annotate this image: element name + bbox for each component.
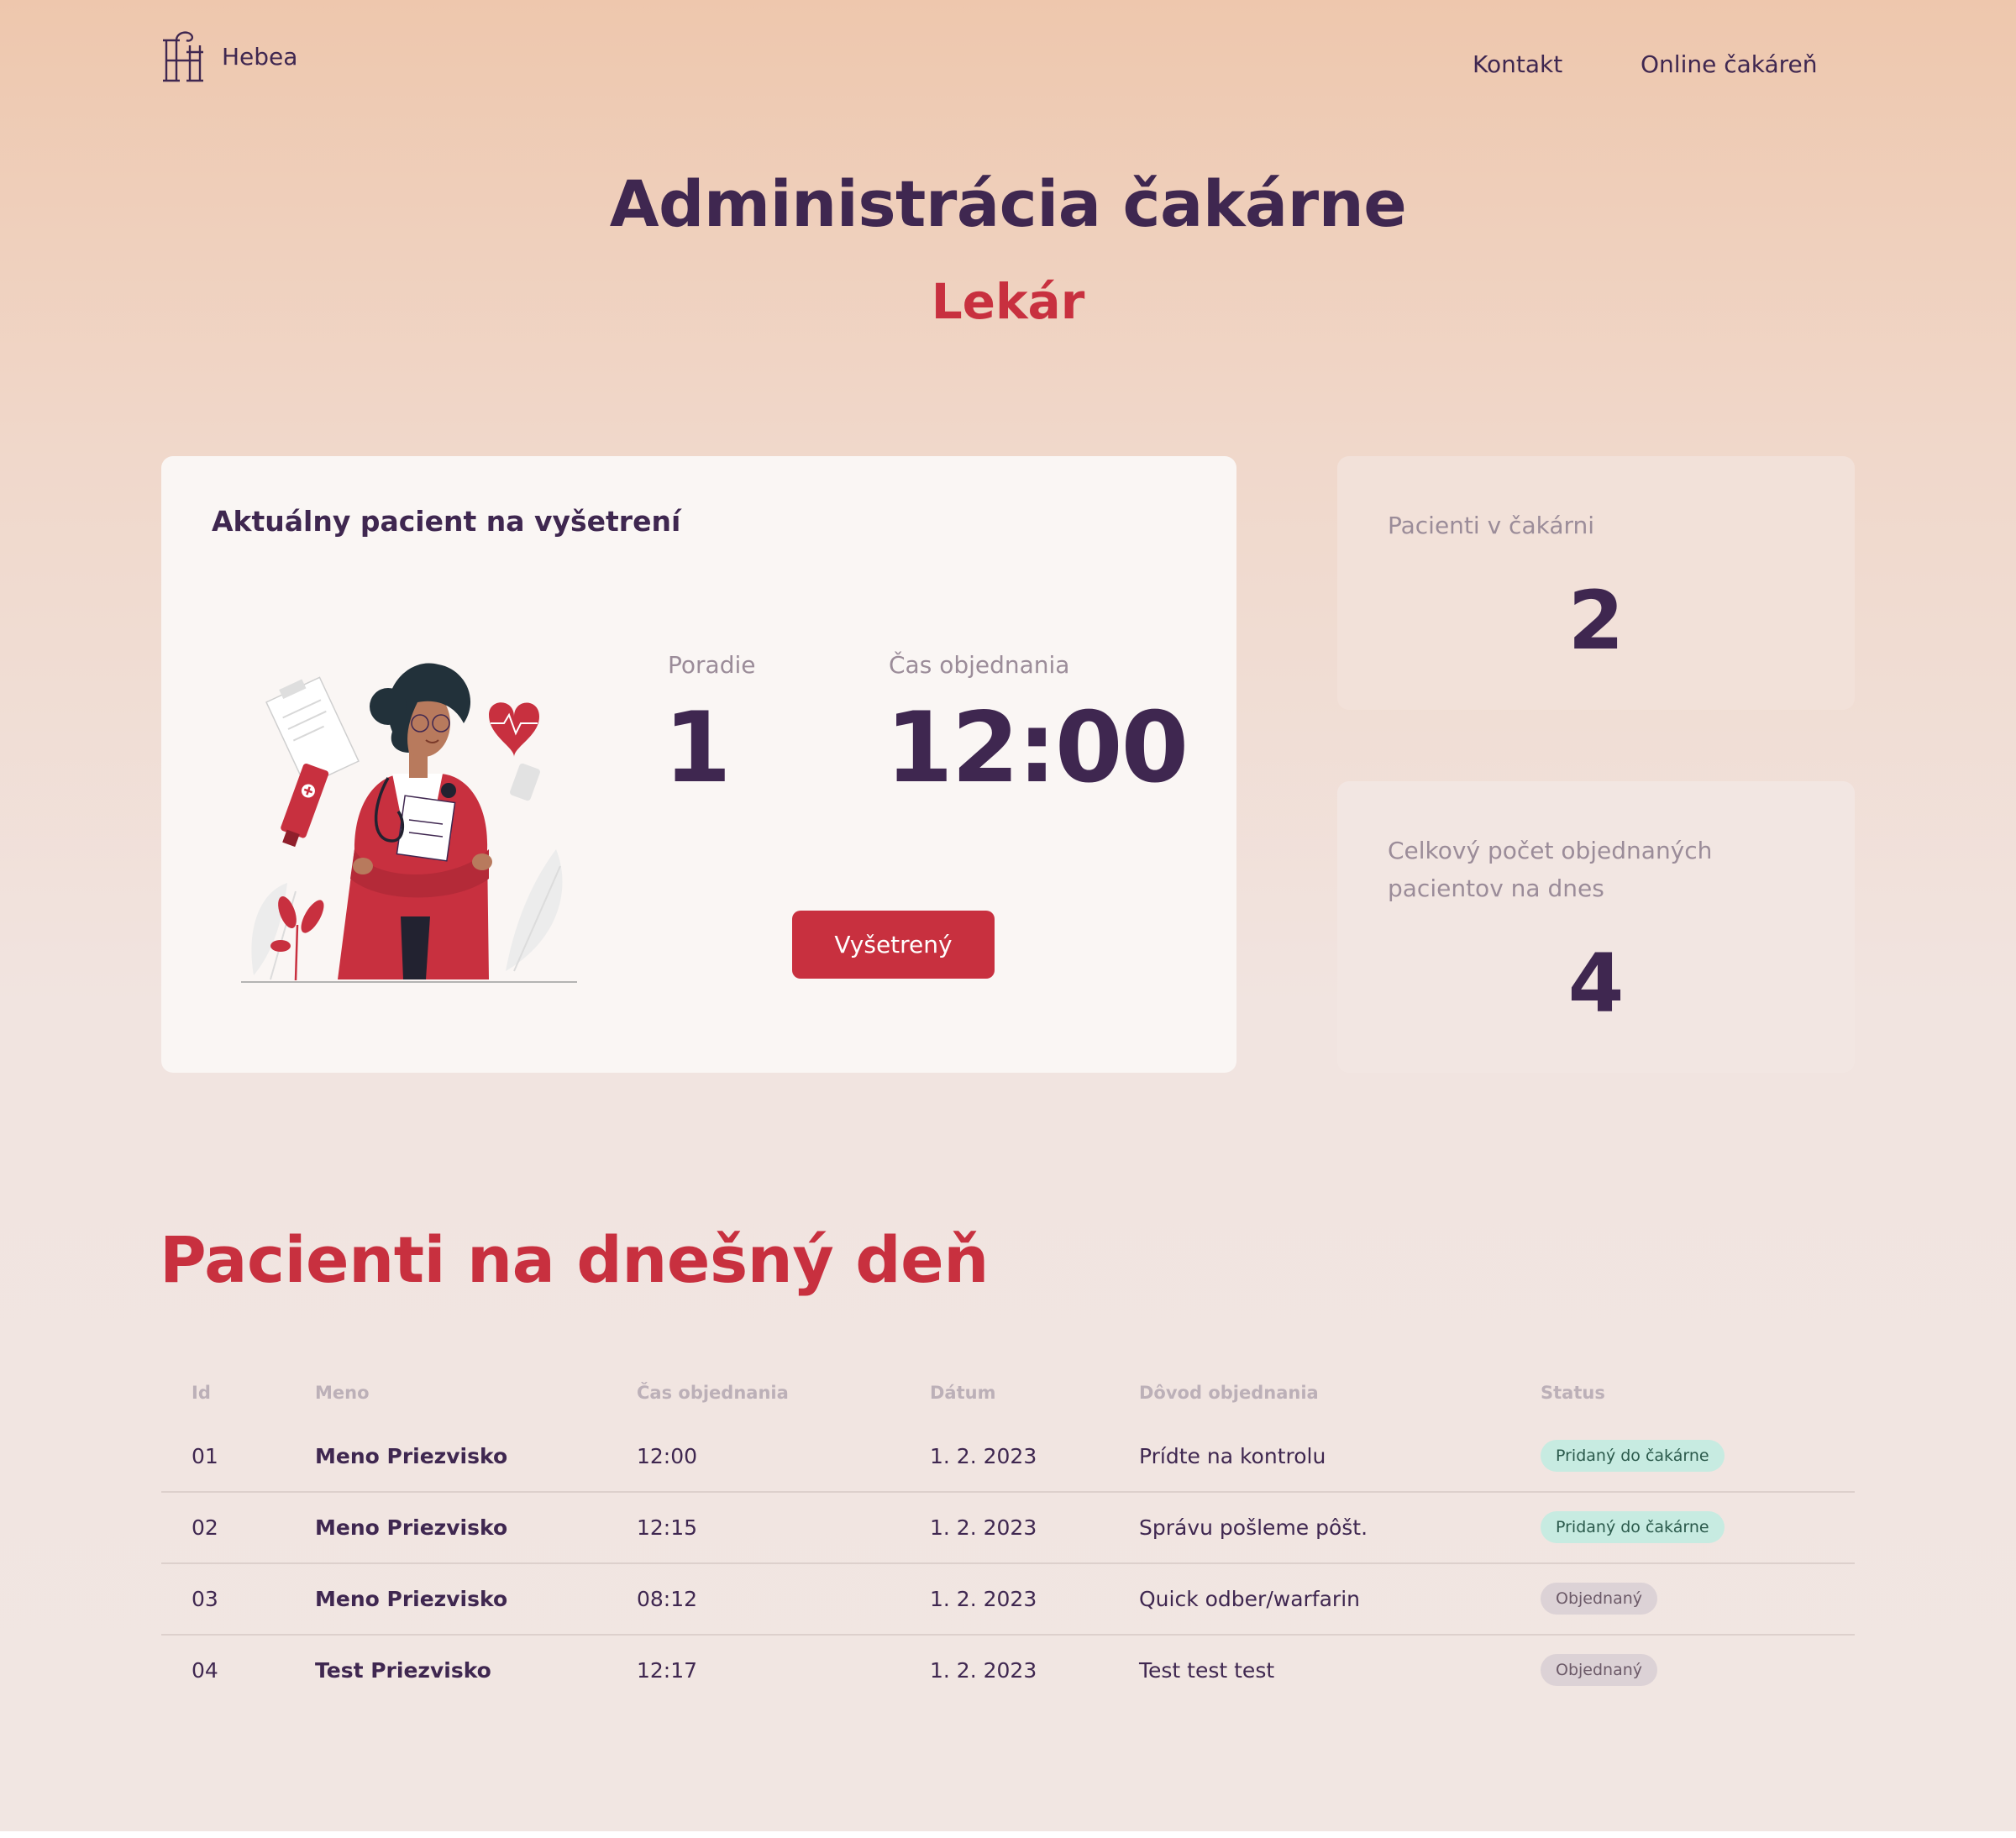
cell-date: 1. 2. 2023: [930, 1515, 1037, 1540]
waiting-patients-card: Pacienti v čakárni 2: [1337, 456, 1855, 710]
table-header: Id Meno Čas objednania Dátum Dôvod objed…: [161, 1371, 1855, 1421]
cell-date: 1. 2. 2023: [930, 1444, 1037, 1468]
table-row[interactable]: 02 Meno Priezvisko 12:15 1. 2. 2023 Sprá…: [161, 1493, 1855, 1564]
doctor-illustration: [241, 663, 577, 983]
cell-time: 12:17: [637, 1658, 698, 1683]
column-header-date: Dátum: [930, 1383, 996, 1403]
status-badge: Pridaný do čakárne: [1541, 1511, 1725, 1543]
nav-link-online-cakaren[interactable]: Online čakáreň: [1641, 50, 1818, 78]
order-time-label: Čas objednania: [889, 651, 1070, 679]
column-header-name: Meno: [315, 1383, 370, 1403]
total-patients-label: Celkový počet objednaných pacientov na d…: [1388, 837, 1713, 902]
cell-name: Test Priezvisko: [315, 1658, 491, 1683]
waiting-patients-label: Pacienti v čakárni: [1388, 512, 1595, 539]
patients-section-title: Pacienti na dnešný deň: [160, 1222, 989, 1297]
order-time-value: 12:00: [885, 691, 1189, 805]
main-nav: Kontakt Online čakáreň: [0, 50, 2016, 84]
column-header-id: Id: [192, 1383, 211, 1403]
order-value: 1: [664, 691, 732, 805]
cell-time: 12:00: [637, 1444, 698, 1468]
column-header-reason: Dôvod objednania: [1139, 1383, 1319, 1403]
cell-name: Meno Priezvisko: [315, 1587, 508, 1611]
total-patients-value: 4: [1567, 937, 1625, 1031]
cell-date: 1. 2. 2023: [930, 1587, 1037, 1611]
status-badge: Pridaný do čakárne: [1541, 1440, 1725, 1472]
total-patients-card: Celkový počet objednaných pacientov na d…: [1337, 781, 1855, 1073]
table-row[interactable]: 04 Test Priezvisko 12:17 1. 2. 2023 Test…: [161, 1636, 1855, 1707]
patients-table: Id Meno Čas objednania Dátum Dôvod objed…: [161, 1371, 1855, 1707]
examined-button[interactable]: Vyšetrený: [792, 911, 995, 979]
page-subtitle: Lekár: [931, 273, 1085, 330]
cell-reason: Test test test: [1139, 1658, 1275, 1683]
current-patient-card: Aktuálny pacient na vyšetrení Poradie 1 …: [161, 456, 1236, 1073]
cell-name: Meno Priezvisko: [315, 1444, 508, 1468]
page-title: Administrácia čakárne: [609, 166, 1407, 241]
cell-id: 04: [192, 1658, 218, 1683]
cell-id: 02: [192, 1515, 218, 1540]
column-header-status: Status: [1541, 1383, 1605, 1403]
status-badge: Objednaný: [1541, 1654, 1658, 1686]
table-row[interactable]: 03 Meno Priezvisko 08:12 1. 2. 2023 Quic…: [161, 1564, 1855, 1636]
cell-id: 03: [192, 1587, 218, 1611]
cell-reason: Prídte na kontrolu: [1139, 1444, 1326, 1468]
cell-id: 01: [192, 1444, 218, 1468]
status-badge: Objednaný: [1541, 1583, 1658, 1615]
page-bottom-strip: [0, 1831, 2016, 1838]
cell-time: 12:15: [637, 1515, 698, 1540]
nav-link-kontakt[interactable]: Kontakt: [1473, 50, 1562, 78]
order-label: Poradie: [668, 651, 756, 679]
cell-name: Meno Priezvisko: [315, 1515, 508, 1540]
cell-reason: Quick odber/warfarin: [1139, 1587, 1360, 1611]
cell-time: 08:12: [637, 1587, 698, 1611]
waiting-patients-value: 2: [1567, 574, 1625, 668]
table-row[interactable]: 01 Meno Priezvisko 12:00 1. 2. 2023 Príd…: [161, 1421, 1855, 1493]
current-patient-title: Aktuálny pacient na vyšetrení: [212, 505, 681, 538]
cell-date: 1. 2. 2023: [930, 1658, 1037, 1683]
cell-reason: Správu pošleme pôšt.: [1139, 1515, 1368, 1540]
column-header-time: Čas objednania: [637, 1383, 789, 1403]
